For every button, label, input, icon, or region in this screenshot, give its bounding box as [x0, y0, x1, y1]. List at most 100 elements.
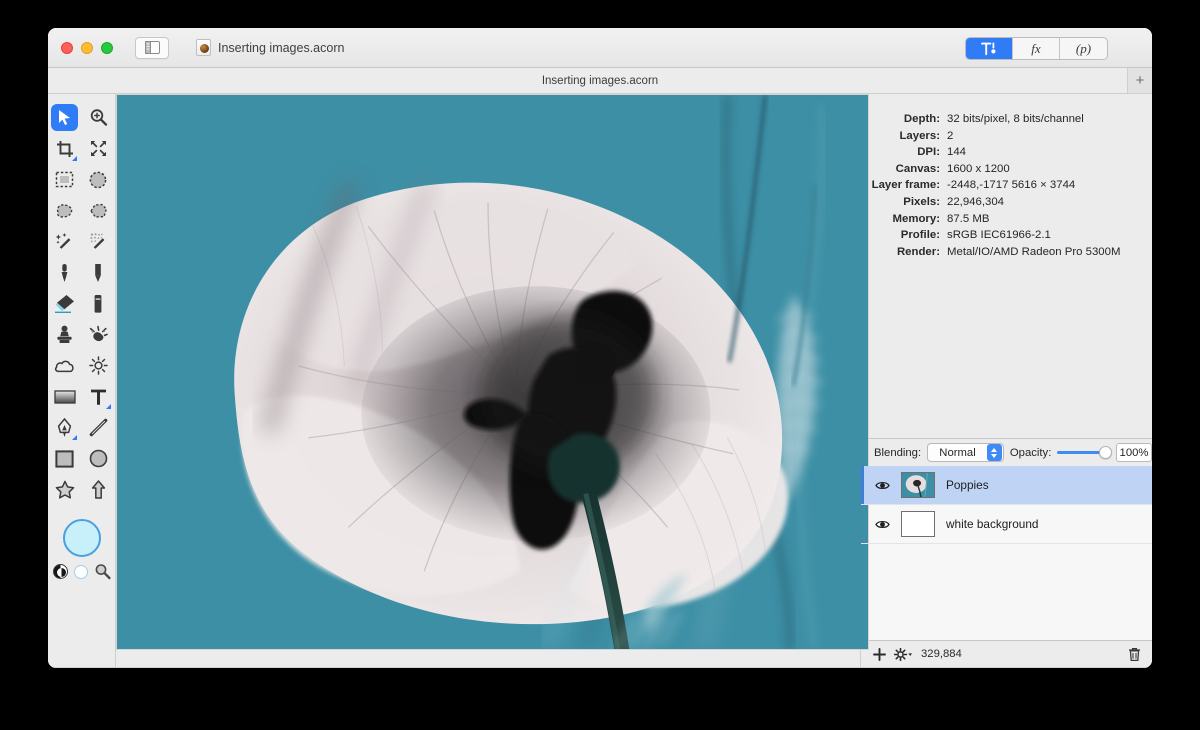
blending-mode-value: Normal — [939, 446, 976, 459]
polygon-lasso-tool[interactable] — [85, 197, 112, 224]
gear-dropdown-icon[interactable] — [894, 647, 913, 661]
info-value: Metal/IO/AMD Radeon Pro 5300M — [947, 245, 1121, 258]
eraser-tool[interactable] — [51, 290, 78, 317]
color-swatches — [52, 519, 111, 580]
layer-thumbnail-poppies — [901, 472, 935, 498]
elliptical-marquee-tool[interactable] — [85, 166, 112, 193]
image-canvas[interactable] — [116, 94, 869, 650]
bezier-pen-tool[interactable] — [51, 414, 78, 441]
sidebar-toggle-button[interactable] — [135, 36, 169, 59]
sun-dodge-icon — [89, 356, 108, 375]
up-arrow-icon — [91, 480, 105, 499]
instant-alpha-tool[interactable] — [85, 228, 112, 255]
info-key: Memory: — [892, 212, 940, 225]
eyedropper-tool[interactable] — [51, 259, 78, 286]
canvas-area[interactable] — [116, 94, 869, 667]
info-row-layer-frame: Layer frame: -2448,-1717 5616 × 3744 — [861, 177, 1144, 194]
blending-mode-select[interactable]: Normal — [927, 443, 1004, 462]
gradient-icon — [54, 389, 76, 404]
ellipse-shape-tool[interactable] — [85, 445, 112, 472]
slider-knob[interactable] — [1099, 445, 1113, 459]
paint-brush-icon — [94, 294, 102, 313]
tool-row — [48, 352, 115, 379]
ellipse-select-icon — [89, 171, 107, 188]
tool-row — [48, 197, 115, 224]
window-titlebar: Inserting images.acorn fx (p) — [48, 28, 1152, 68]
info-key: Canvas: — [895, 162, 940, 175]
text-T-icon — [90, 389, 106, 405]
window-title-text: Inserting images.acorn — [218, 40, 345, 55]
inspector-panel: Depth: 32 bits/pixel, 8 bits/channel Lay… — [860, 94, 1152, 667]
layer-row-white-background[interactable]: white background — [861, 505, 1152, 544]
paint-brush-tool[interactable] — [85, 290, 112, 317]
document-tab-strip: Inserting images.acorn + — [48, 68, 1152, 94]
dodge-tool[interactable] — [85, 352, 112, 379]
arrow-shape-tool[interactable] — [85, 476, 112, 503]
info-row-render: Render: Metal/IO/AMD Radeon Pro 5300M — [861, 244, 1144, 261]
segment-tools[interactable] — [966, 38, 1013, 59]
tab-title[interactable]: Inserting images.acorn — [542, 75, 658, 87]
tool-options-indicator — [72, 156, 78, 161]
close-button[interactable] — [61, 41, 73, 54]
app-window: Inserting images.acorn fx (p) Inserting … — [48, 28, 1152, 668]
move-tool[interactable] — [51, 104, 79, 131]
blending-label: Blending: — [874, 446, 922, 459]
layer-row-poppies[interactable]: Poppies — [861, 466, 1152, 505]
layer-visibility-toggle[interactable] — [875, 519, 890, 530]
segment-filters[interactable]: fx — [1013, 38, 1060, 59]
gradient-tool[interactable] — [51, 383, 78, 410]
segment-palette[interactable]: (p) — [1060, 38, 1107, 59]
pencil-tool[interactable] — [85, 259, 112, 286]
zoom-button[interactable] — [101, 41, 113, 54]
invert-colors-icon[interactable] — [52, 564, 68, 579]
rectangle-icon — [55, 449, 74, 468]
layer-visibility-toggle[interactable] — [875, 480, 890, 491]
lasso-tool[interactable] — [51, 197, 78, 224]
eye-icon — [875, 481, 890, 489]
info-key: Layer frame: — [871, 179, 940, 192]
layer-thumbnail-white-background — [901, 511, 935, 537]
add-tab-button[interactable]: + — [1127, 68, 1152, 93]
pencil-icon — [95, 263, 102, 282]
polygon-lasso-icon — [89, 203, 107, 218]
star-shape-tool[interactable] — [51, 476, 78, 503]
zoom-tool[interactable] — [85, 104, 112, 131]
minimize-button[interactable] — [81, 41, 93, 54]
lasso-icon — [57, 203, 73, 218]
info-key: Profile: — [900, 229, 940, 242]
magnifier-plus-icon — [90, 109, 107, 126]
eye-icon — [875, 520, 890, 528]
tool-row — [48, 166, 115, 193]
crop-tool[interactable] — [51, 135, 78, 162]
smudge-tool[interactable] — [85, 321, 112, 348]
layer-toolbar: 329,884 — [861, 640, 1152, 667]
transform-tool[interactable] — [85, 135, 112, 162]
cloud-blur-icon — [55, 360, 74, 372]
clone-stamp-tool[interactable] — [51, 321, 78, 348]
trash-icon[interactable] — [1128, 647, 1141, 662]
rectangular-marquee-tool[interactable] — [51, 166, 78, 193]
info-row-pixels: Pixels: 22,946,304 — [861, 194, 1144, 211]
opacity-slider[interactable] — [1057, 445, 1113, 459]
magic-wand-tool[interactable] — [51, 228, 78, 255]
opacity-input[interactable]: 100% — [1116, 443, 1152, 462]
inspector-segmented-control[interactable]: fx (p) — [965, 37, 1108, 60]
acorn-document-icon — [196, 39, 211, 56]
rectangle-shape-tool[interactable] — [51, 445, 78, 472]
info-row-dpi: DPI: 144 — [861, 144, 1144, 161]
image-info-panel: Depth: 32 bits/pixel, 8 bits/channel Lay… — [861, 94, 1152, 438]
text-tool[interactable] — [85, 383, 112, 410]
star-icon — [55, 480, 75, 499]
tool-row — [48, 476, 115, 503]
line-tool[interactable] — [85, 414, 112, 441]
plus-icon[interactable] — [873, 647, 886, 661]
poppy-flower-photo — [117, 95, 868, 649]
color-picker-magnifier-icon[interactable] — [94, 563, 111, 580]
foreground-color-swatch[interactable] — [62, 519, 101, 557]
info-row-profile: Profile: sRGB IEC61966-2.1 — [861, 227, 1144, 244]
blur-tool[interactable] — [51, 352, 78, 379]
circle-icon — [89, 449, 108, 468]
background-color-swatch[interactable] — [73, 564, 88, 579]
layer-name: Poppies — [946, 478, 989, 492]
layer-list: Poppies white background — [861, 466, 1152, 640]
